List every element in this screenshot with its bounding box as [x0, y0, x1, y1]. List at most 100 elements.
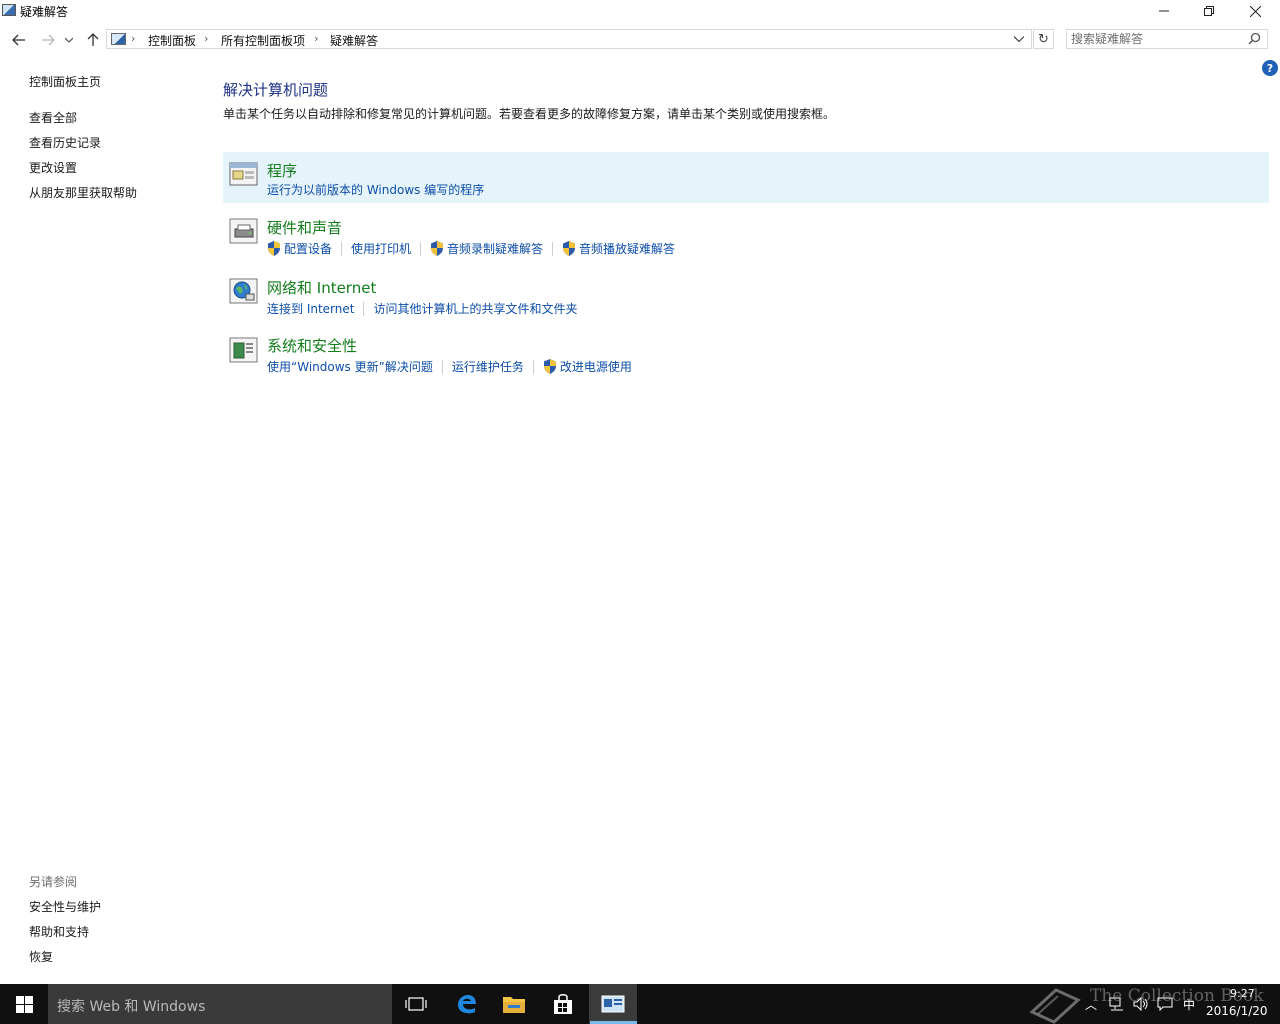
sidebar-item-view-history[interactable]: 查看历史记录 [29, 134, 101, 151]
category-system-security[interactable]: 系统和安全性 使用“Windows 更新”解决问题 运行维护任务 改进电源使用 [223, 329, 1269, 381]
help-icon[interactable]: ? [1262, 60, 1278, 76]
taskbar: 搜索 Web 和 Windows ︿ 中 9:27 2016/1/20 The … [0, 984, 1280, 1024]
task-view-icon [405, 997, 427, 1011]
address-bar[interactable]: › 控制面板 › 所有控制面板项 › 疑难解答 [106, 29, 1032, 49]
taskbar-search-box[interactable]: 搜索 Web 和 Windows [48, 984, 392, 1024]
link-windows-update[interactable]: 使用“Windows 更新”解决问题 [267, 358, 433, 375]
link-run-older-programs[interactable]: 运行为以前版本的 Windows 编写的程序 [267, 181, 484, 198]
task-view-button[interactable] [392, 984, 440, 1024]
control-panel-icon [111, 33, 126, 45]
back-arrow-icon [12, 34, 25, 46]
minimize-button[interactable] [1141, 0, 1187, 22]
breadcrumb-troubleshooting[interactable]: 疑难解答 [330, 32, 378, 49]
search-input[interactable] [1071, 31, 1241, 47]
folder-icon [503, 997, 525, 1013]
link-label[interactable]: 改进电源使用 [560, 358, 632, 375]
page-description: 单击某个任务以自动排除和修复常见的计算机问题。若要查看更多的故障修复方案，请单击… [223, 107, 836, 121]
link-separator [552, 241, 554, 256]
store-button[interactable] [539, 984, 587, 1024]
window-title: 疑难解答 [20, 5, 69, 19]
category-title[interactable]: 系统和安全性 [267, 335, 357, 356]
up-button[interactable] [83, 30, 103, 50]
start-button[interactable] [0, 984, 48, 1024]
see-also-recovery[interactable]: 恢复 [29, 948, 53, 965]
category-network-internet[interactable]: 网络和 Internet 连接到 Internet 访问其他计算机上的共享文件和… [223, 271, 1269, 321]
control-panel-taskbar-button[interactable] [589, 984, 637, 1024]
sidebar-item-view-all[interactable]: 查看全部 [29, 109, 77, 126]
chevron-down-icon [65, 37, 73, 43]
programs-icon [229, 162, 258, 186]
sidebar-control-panel-home[interactable]: 控制面板主页 [29, 73, 101, 90]
category-links: 配置设备 使用打印机 音频录制疑难解答 音频播放疑难解答 [267, 240, 675, 257]
chevron-right-icon[interactable]: › [314, 32, 318, 45]
see-also-security-maintenance[interactable]: 安全性与维护 [29, 898, 101, 915]
link-audio-recording[interactable]: 音频录制疑难解答 [430, 240, 543, 257]
uac-shield-icon [543, 359, 556, 374]
uac-shield-icon [563, 241, 576, 256]
refresh-button[interactable]: ↻ [1033, 29, 1054, 49]
sidebar-item-change-settings[interactable]: 更改设置 [29, 159, 77, 176]
up-arrow-icon [87, 33, 99, 46]
control-panel-icon [2, 4, 16, 16]
chevron-right-icon: › [131, 32, 136, 45]
link-shared-files[interactable]: 访问其他计算机上的共享文件和文件夹 [373, 300, 577, 317]
refresh-icon: ↻ [1038, 31, 1049, 47]
restore-icon [1204, 6, 1214, 16]
link-power-usage[interactable]: 改进电源使用 [543, 358, 632, 375]
chevron-down-icon[interactable] [1013, 32, 1025, 45]
minimize-icon [1159, 10, 1169, 12]
link-separator [441, 359, 443, 374]
link-use-printer[interactable]: 使用打印机 [351, 240, 411, 257]
link-separator [363, 301, 365, 316]
category-hardware-sound[interactable]: 硬件和声音 配置设备 使用打印机 音频录制疑难解答 音频播放疑难解答 [223, 211, 1269, 263]
forward-arrow-icon [42, 34, 55, 46]
store-bag-icon [554, 994, 572, 1014]
system-security-icon [229, 337, 258, 363]
taskbar-search-placeholder[interactable]: 搜索 Web 和 Windows [57, 996, 205, 1016]
close-button[interactable] [1232, 0, 1278, 22]
breadcrumb-control-panel[interactable]: 控制面板 [148, 32, 196, 49]
search-box[interactable] [1066, 29, 1268, 49]
link-audio-playback[interactable]: 音频播放疑难解答 [562, 240, 675, 257]
link-label[interactable]: 配置设备 [284, 240, 332, 257]
uac-shield-icon [431, 241, 444, 256]
link-separator [341, 241, 343, 256]
printer-icon [229, 218, 258, 244]
link-label[interactable]: 音频录制疑难解答 [447, 240, 543, 257]
file-explorer-button[interactable] [490, 984, 538, 1024]
category-title[interactable]: 硬件和声音 [267, 217, 342, 238]
windows-logo-icon [15, 995, 33, 1013]
clock-date[interactable]: 2016/1/20 [1206, 1004, 1268, 1018]
uac-shield-icon [268, 241, 280, 256]
edge-icon [458, 995, 476, 1014]
restore-button[interactable] [1186, 0, 1232, 22]
back-button[interactable] [9, 30, 29, 50]
category-programs[interactable]: 程序 运行为以前版本的 Windows 编写的程序 [223, 152, 1269, 203]
link-label[interactable]: 音频播放疑难解答 [579, 240, 675, 257]
book-logo-icon [1029, 988, 1081, 1024]
control-panel-icon [601, 995, 625, 1013]
chevron-right-icon[interactable]: › [204, 32, 208, 45]
forward-button[interactable] [38, 30, 58, 50]
category-links: 使用“Windows 更新”解决问题 运行维护任务 改进电源使用 [267, 358, 632, 375]
network-globe-icon [229, 278, 258, 304]
close-icon [1249, 5, 1261, 17]
edge-browser-button[interactable] [442, 984, 490, 1024]
category-title[interactable]: 网络和 Internet [267, 277, 376, 298]
link-connect-internet[interactable]: 连接到 Internet [267, 300, 354, 317]
title-bar: 疑难解答 [0, 0, 1280, 22]
see-also-help-support[interactable]: 帮助和支持 [29, 923, 89, 940]
recent-locations-button[interactable] [62, 30, 76, 50]
category-links: 运行为以前版本的 Windows 编写的程序 [267, 181, 484, 198]
sidebar-item-get-help-from-friend[interactable]: 从朋友那里获取帮助 [29, 184, 137, 201]
breadcrumb-all-items[interactable]: 所有控制面板项 [221, 32, 305, 49]
watermark-text: The Collection Book [1090, 986, 1264, 1006]
link-configure-device[interactable]: 配置设备 [267, 240, 332, 257]
search-icon[interactable] [1248, 32, 1261, 48]
page-title: 解决计算机问题 [223, 81, 329, 99]
category-links: 连接到 Internet 访问其他计算机上的共享文件和文件夹 [267, 300, 577, 317]
link-separator [420, 241, 422, 256]
link-separator [532, 359, 534, 374]
link-maintenance-tasks[interactable]: 运行维护任务 [452, 358, 524, 375]
category-title[interactable]: 程序 [267, 160, 297, 181]
